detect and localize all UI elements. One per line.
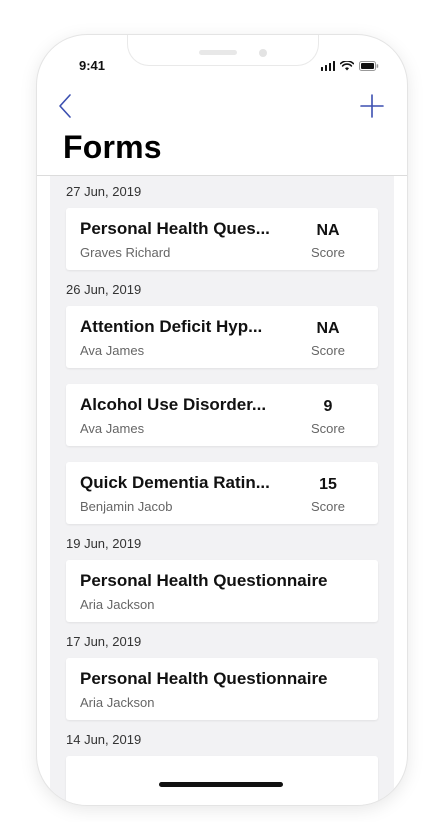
form-title: Personal Health Questionnaire <box>80 571 328 590</box>
patient-name: Ava James <box>80 343 145 358</box>
add-form-button[interactable] <box>359 93 385 119</box>
score-label: Score <box>311 421 345 436</box>
phone-frame: 9:41 Forms 27 Jun, 2019 Personal Health … <box>37 35 407 805</box>
date-header: 14 Jun, 2019 <box>66 732 142 747</box>
form-title: Quick Dementia Ratin... <box>80 473 270 492</box>
date-header: 27 Jun, 2019 <box>66 184 142 199</box>
status-icons <box>320 61 380 71</box>
speaker-grille <box>199 50 237 55</box>
patient-name: Aria Jackson <box>80 695 155 710</box>
score-value: NA <box>316 320 340 337</box>
form-card[interactable] <box>66 756 378 805</box>
form-title: Alcohol Use Disorder... <box>80 395 267 414</box>
patient-name: Aria Jackson <box>80 597 155 612</box>
score-value: 15 <box>319 476 337 493</box>
date-header: 17 Jun, 2019 <box>66 634 142 649</box>
front-camera <box>259 49 267 57</box>
chevron-left-icon <box>59 94 71 118</box>
plus-icon <box>360 94 384 118</box>
form-title: Personal Health Questionnaire <box>80 669 328 688</box>
form-card[interactable]: Personal Health Ques... Graves Richard N… <box>66 208 378 270</box>
page-title: Forms <box>63 129 162 165</box>
score-label: Score <box>311 499 345 514</box>
date-header: 26 Jun, 2019 <box>66 282 142 297</box>
patient-name: Graves Richard <box>80 245 171 260</box>
date-header: 19 Jun, 2019 <box>66 536 142 551</box>
status-time: 9:41 <box>79 58 106 73</box>
signal-icon <box>320 61 335 71</box>
form-card[interactable]: Personal Health Questionnaire Aria Jacks… <box>66 560 378 622</box>
form-card[interactable]: Alcohol Use Disorder... Ava James 9 Scor… <box>66 384 378 446</box>
score-label: Score <box>311 343 345 358</box>
score-label: Score <box>311 245 345 260</box>
patient-name: Benjamin Jacob <box>80 499 173 514</box>
form-card[interactable]: Attention Deficit Hyp... Ava James NA Sc… <box>66 306 378 368</box>
home-indicator[interactable] <box>159 782 283 787</box>
score-value: NA <box>316 222 340 239</box>
patient-name: Ava James <box>80 421 145 436</box>
wifi-icon <box>340 61 354 71</box>
form-card[interactable]: Personal Health Questionnaire Aria Jacks… <box>66 658 378 720</box>
forms-list[interactable]: 27 Jun, 2019 Personal Health Ques... Gra… <box>50 176 394 805</box>
back-button[interactable] <box>57 93 77 119</box>
form-card[interactable]: Quick Dementia Ratin... Benjamin Jacob 1… <box>66 462 378 524</box>
score-value: 9 <box>323 398 333 415</box>
form-title: Personal Health Ques... <box>80 219 270 238</box>
form-title: Attention Deficit Hyp... <box>80 317 263 336</box>
battery-icon <box>359 61 379 71</box>
